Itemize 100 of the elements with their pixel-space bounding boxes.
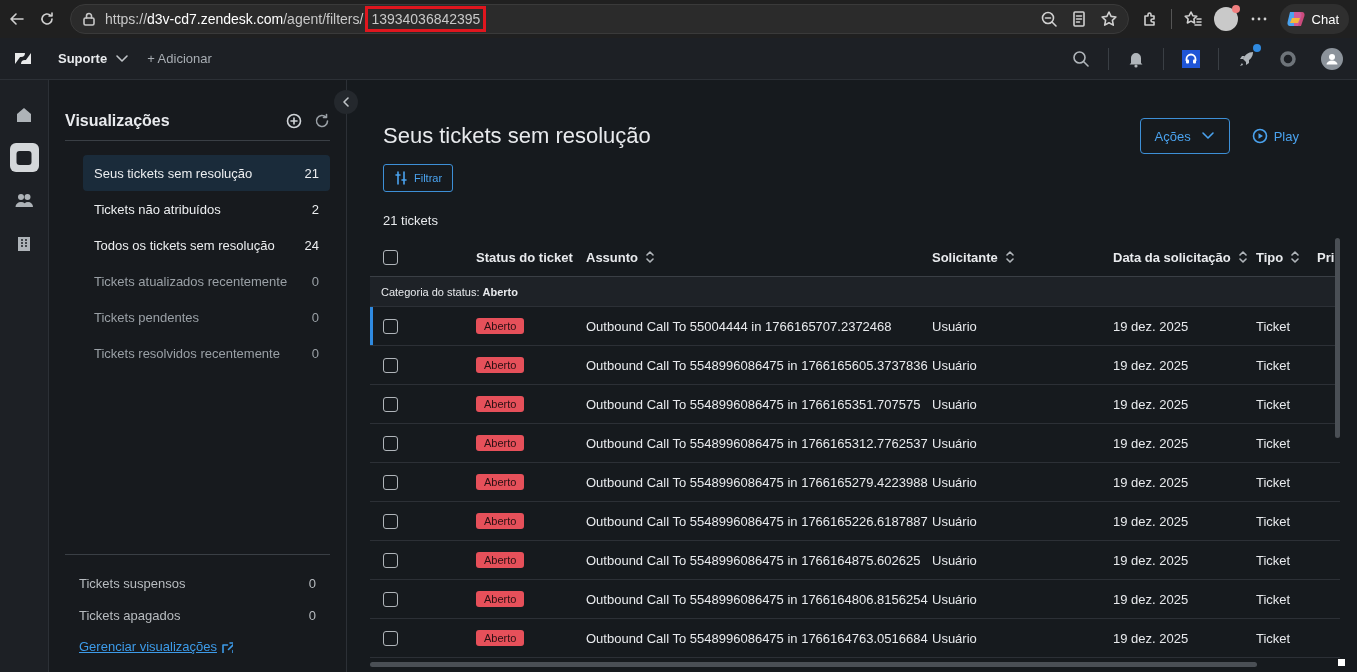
row-checkbox[interactable] <box>383 435 398 451</box>
view-item[interactable]: Seus tickets sem resolução 21 <box>83 155 330 191</box>
building-icon <box>15 234 33 253</box>
search-icon[interactable] <box>1072 49 1090 68</box>
table-cell-text: 19 dez. 2025 <box>1113 513 1190 529</box>
view-label: Tickets apagados <box>79 607 181 623</box>
table-cell-text: Outbound Call To 55004444 in 1766165707.2372468 <box>586 318 893 334</box>
rocket-button[interactable] <box>1237 43 1261 68</box>
column-header: Status do ticket <box>476 249 574 265</box>
chat-button[interactable]: Chat <box>1279 4 1349 34</box>
zendesk-logo-icon[interactable] <box>14 50 32 67</box>
view-count: 0 <box>311 309 319 325</box>
sliders-icon <box>394 170 408 186</box>
column-header: Pri <box>1317 249 1336 265</box>
view-count: 0 <box>311 273 319 289</box>
status-badge: Aberto <box>476 552 525 568</box>
column-header[interactable]: Data da solicitação <box>1113 249 1256 265</box>
filter-button[interactable]: Filtrar <box>383 164 454 192</box>
view-item[interactable]: Tickets pendentes 0 <box>83 299 330 335</box>
table-cell-text: Outbound Call To 5548996086475 in 1766164763.0516684 <box>586 630 929 646</box>
column-header[interactable]: Solicitante <box>932 249 1113 265</box>
table-row[interactable]: Aberto Outbound Call To 5548996086475 in 1766165226.6187887 Usuário 19 dez. 2025 Ticket <box>370 502 1340 541</box>
table-cell-text: Ticket <box>1256 591 1292 607</box>
play-button[interactable]: Play <box>1245 127 1305 145</box>
sort-icon <box>1289 250 1302 264</box>
manage-views-link[interactable]: Gerenciar visualizações <box>79 639 217 654</box>
row-checkbox[interactable] <box>383 513 398 529</box>
table-row[interactable]: Aberto Outbound Call To 5548996086475 in 1766164875.602625 Usuário 19 dez. 2025 Ticket <box>370 541 1340 580</box>
add-button[interactable]: + Adicionar <box>147 51 212 66</box>
ticket-count: 21 tickets <box>382 212 439 228</box>
notification-dot <box>1253 43 1261 52</box>
table-cell-text: Ticket <box>1256 435 1292 451</box>
view-count: 24 <box>304 237 319 253</box>
zoom-out-icon[interactable] <box>1039 10 1058 28</box>
view-label: Seus tickets sem resolução <box>94 165 253 181</box>
table-cell-text: 19 dez. 2025 <box>1113 474 1190 490</box>
status-badge: Aberto <box>476 318 525 334</box>
table-row[interactable]: Aberto Outbound Call To 5548996086475 in 1766165312.7762537 Usuário 19 dez. 2025 Ticket <box>370 424 1340 463</box>
sort-icon <box>644 250 656 264</box>
row-checkbox[interactable] <box>383 357 398 373</box>
actions-button[interactable]: Ações <box>1139 118 1230 154</box>
lifebuoy-icon[interactable] <box>1279 49 1297 68</box>
table-cell-text: Outbound Call To 5548996086475 in 1766165226.6187887 <box>586 513 929 529</box>
view-item[interactable]: Tickets atualizados recentemente 0 <box>83 263 330 299</box>
chevron-left-icon <box>341 96 351 108</box>
view-label: Tickets não atribuídos <box>94 201 221 217</box>
table-cell-text: Usuário <box>932 513 978 529</box>
favorites-icon[interactable] <box>1183 10 1202 28</box>
group-label: Categoria do status: Aberto <box>381 285 518 298</box>
collapse-button[interactable] <box>334 90 358 114</box>
address-bar[interactable]: https://d3v-cd7.zendesk.com/agent/filters/ 13934036842395 <box>70 4 1129 34</box>
column-header[interactable]: Tipo <box>1256 249 1317 265</box>
view-label: Tickets resolvidos recentemente <box>94 345 280 361</box>
table-row[interactable]: Aberto Outbound Call To 5548996086475 in 1766164806.8156254 Usuário 19 dez. 2025 Ticket <box>370 580 1340 619</box>
table-cell-text: Ticket <box>1256 513 1292 529</box>
table-cell-text: 19 dez. 2025 <box>1113 318 1190 334</box>
status-badge: Aberto <box>476 591 525 607</box>
table-cell-text: Usuário <box>932 396 978 412</box>
table-cell-text: Ticket <box>1256 552 1292 568</box>
table-row[interactable]: Aberto Outbound Call To 5548996086475 in 1766164763.0516684 Usuário 19 dez. 2025 Ticket <box>370 619 1340 658</box>
external-link-icon[interactable] <box>221 640 233 653</box>
view-count: 0 <box>308 607 316 623</box>
table-cell-text: Outbound Call To 5548996086475 in 1766165351.707575 <box>586 396 922 412</box>
row-checkbox[interactable] <box>383 396 398 412</box>
view-item[interactable]: Tickets não atribuídos 2 <box>83 191 330 227</box>
row-checkbox[interactable] <box>383 552 398 568</box>
rail-button[interactable] <box>9 143 39 172</box>
select-all-checkbox[interactable] <box>383 249 398 265</box>
back-icon[interactable] <box>8 10 26 28</box>
reload-icon[interactable] <box>38 10 56 28</box>
table-cell-text: Outbound Call To 5548996086475 in 1766164875.602625 <box>586 552 922 568</box>
avatar-icon[interactable] <box>1321 47 1343 70</box>
view-item[interactable]: Tickets suspensos 0 <box>65 567 330 599</box>
headset-icon[interactable] <box>1182 49 1200 68</box>
star-icon[interactable] <box>1099 10 1118 28</box>
view-item[interactable]: Tickets apagados 0 <box>65 599 330 631</box>
refresh-icon[interactable] <box>314 113 330 129</box>
product-menu[interactable]: Suporte <box>58 51 130 66</box>
sort-icon <box>1003 250 1016 264</box>
column-header[interactable]: Assunto <box>586 249 932 265</box>
table-cell-text: Usuário <box>932 318 978 334</box>
table-cell-text: Ticket <box>1256 318 1292 334</box>
add-circle-icon[interactable] <box>286 113 302 129</box>
row-checkbox[interactable] <box>383 591 398 607</box>
scrollbar[interactable] <box>1335 238 1340 438</box>
profile-avatar[interactable] <box>1213 7 1238 31</box>
lock-icon <box>81 11 97 27</box>
view-item[interactable]: Todos os tickets sem resolução 24 <box>83 227 330 263</box>
people-icon <box>15 191 33 210</box>
table-row[interactable]: Aberto Outbound Call To 5548996086475 in 1766165279.4223988 Usuário 19 dez. 2025 Ticket <box>370 463 1340 502</box>
row-checkbox[interactable] <box>383 630 398 646</box>
view-count: 21 <box>304 165 319 181</box>
row-checkbox[interactable] <box>383 474 398 490</box>
view-item[interactable]: Tickets resolvidos recentemente 0 <box>83 335 330 371</box>
row-checkbox[interactable] <box>383 318 398 334</box>
notification-dot <box>1231 5 1240 13</box>
table-cell-text: 19 dez. 2025 <box>1113 591 1190 607</box>
view-label: Tickets suspensos <box>79 575 186 591</box>
sidebar-title: Visualizações <box>65 112 170 130</box>
scrollbar[interactable] <box>370 662 1257 667</box>
